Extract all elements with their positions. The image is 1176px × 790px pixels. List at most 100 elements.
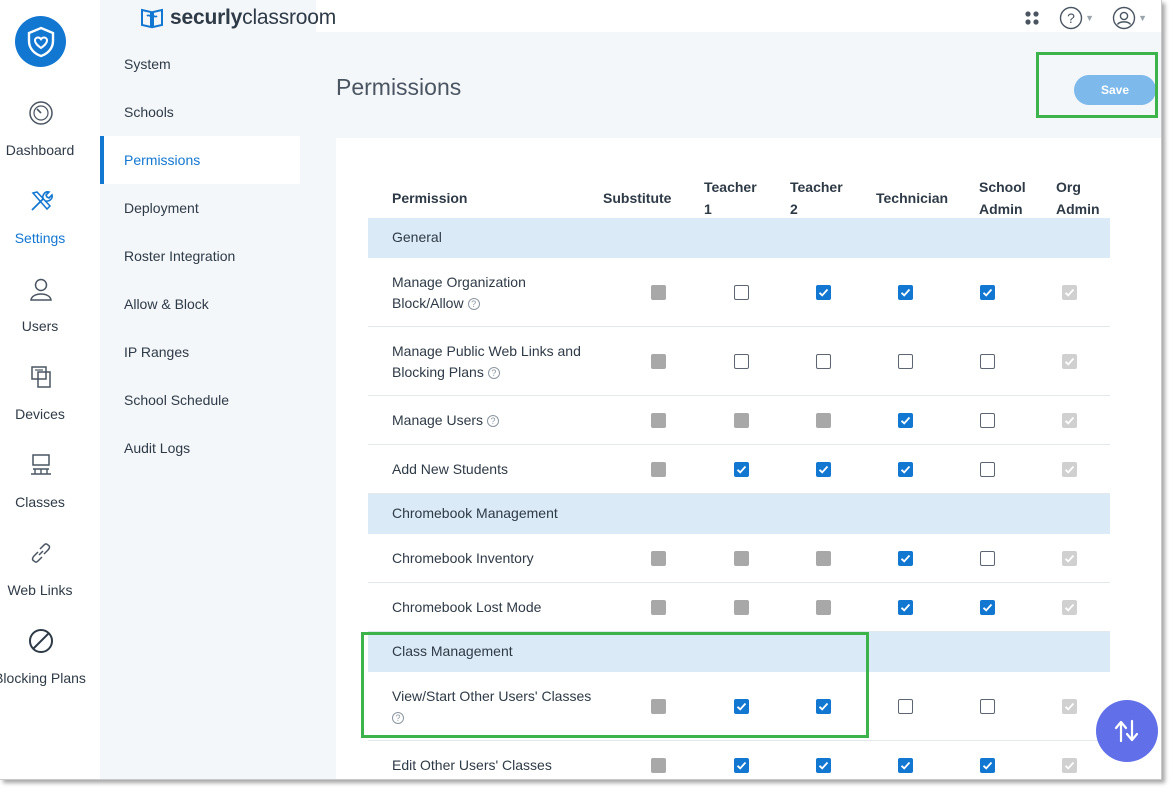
subnav-item-school-schedule[interactable]: School Schedule <box>100 376 300 424</box>
help-circle-icon[interactable]: ? <box>487 415 500 428</box>
checkbox-technician[interactable] <box>898 285 913 300</box>
checkbox-school-admin[interactable] <box>980 462 995 477</box>
help-circle-icon[interactable]: ? <box>392 712 404 725</box>
subnav-item-allow-block[interactable]: Allow & Block <box>100 280 300 328</box>
brand-name-bold: securly <box>170 6 243 29</box>
checkbox-teacher-1 <box>734 551 749 566</box>
checkbox-teacher-1[interactable] <box>734 354 749 369</box>
checkbox-teacher-1[interactable] <box>734 462 749 477</box>
permission-label: Edit Other Users' Classes <box>392 757 552 773</box>
checkbox-school-admin[interactable] <box>980 354 995 369</box>
checkbox-technician[interactable] <box>898 600 913 615</box>
checkbox-school-admin[interactable] <box>980 285 995 300</box>
header-teacher2: Teacher 2 <box>790 179 843 217</box>
checkbox-school-admin[interactable] <box>980 758 995 773</box>
sync-fab-button[interactable] <box>1096 700 1158 762</box>
checkbox-substitute <box>651 462 666 477</box>
checkbox-technician[interactable] <box>898 699 913 714</box>
checkbox-technician[interactable] <box>898 354 913 369</box>
rail-item-label: Classes <box>15 494 65 510</box>
apps-grid-icon <box>1025 11 1039 25</box>
subnav-item-ip-ranges[interactable]: IP Ranges <box>100 328 300 376</box>
checkbox-org-admin <box>1062 285 1077 300</box>
save-button[interactable]: Save <box>1074 75 1156 105</box>
rail-item-blocking-plans[interactable]: Blocking Plans <box>0 628 100 708</box>
table-header: Permission Substitute Teacher 1 Teacher 2 … <box>368 178 1110 218</box>
permission-label: Chromebook Inventory <box>392 550 534 566</box>
checkbox-substitute <box>651 699 666 714</box>
checkbox-teacher-2[interactable] <box>816 699 831 714</box>
rail-item-classes[interactable]: Classes <box>0 452 100 532</box>
checkbox-org-admin <box>1062 699 1077 714</box>
checkbox-school-admin[interactable] <box>980 699 995 714</box>
permission-row: Manage Users? <box>368 396 1110 445</box>
help-menu-button[interactable]: ? ▼ <box>1059 6 1094 30</box>
checkbox-teacher-1[interactable] <box>734 699 749 714</box>
checkbox-school-admin[interactable] <box>980 600 995 615</box>
account-icon <box>1112 6 1136 30</box>
checkbox-org-admin <box>1062 354 1077 369</box>
group-label: General <box>392 229 442 245</box>
subnav-item-audit-logs[interactable]: Audit Logs <box>100 424 300 472</box>
checkbox-teacher-2[interactable] <box>816 354 831 369</box>
devices-icon <box>31 366 51 388</box>
rail-item-devices[interactable]: Devices <box>0 364 100 444</box>
rail-item-web-links[interactable]: Web Links <box>0 540 100 620</box>
help-circle-icon[interactable]: ? <box>467 298 480 311</box>
user-icon <box>30 278 52 301</box>
securly-logo[interactable] <box>15 16 66 67</box>
checkbox-substitute <box>651 285 666 300</box>
apps-button[interactable] <box>1023 9 1041 27</box>
subnav-item-roster-integration[interactable]: Roster Integration <box>100 232 300 280</box>
tools-icon <box>31 191 53 211</box>
subnav-item-system[interactable]: System <box>100 40 300 88</box>
permission-row: Manage Public Web Links and Blocking Plan… <box>368 327 1110 396</box>
main-content: Permissions Save Permission Substitute T… <box>316 32 1161 779</box>
account-menu-button[interactable]: ▼ <box>1112 6 1147 30</box>
checkbox-technician[interactable] <box>898 758 913 773</box>
permission-row: Chromebook Inventory <box>368 534 1110 583</box>
speedometer-icon <box>29 101 53 125</box>
checkbox-teacher-2[interactable] <box>816 285 831 300</box>
rail-item-label: Devices <box>15 406 65 422</box>
checkbox-teacher-2 <box>816 413 831 428</box>
app-window: Dashboard Settings Users Devices Classes Web … <box>0 0 1162 780</box>
rail-item-users[interactable]: Users <box>0 276 100 356</box>
checkbox-teacher-2[interactable] <box>816 758 831 773</box>
brand-name-light: classroom <box>242 6 337 29</box>
rail-item-dashboard[interactable]: Dashboard <box>0 100 100 180</box>
subnav-item-permissions[interactable]: Permissions <box>100 136 300 184</box>
svg-text:?: ? <box>1067 10 1075 26</box>
subnav-item-deployment[interactable]: Deployment <box>100 184 300 232</box>
checkbox-technician[interactable] <box>898 462 913 477</box>
checkbox-teacher-1 <box>734 600 749 615</box>
help-circle-icon[interactable]: ? <box>487 367 500 380</box>
permission-row: View/Start Other Users' Classes? <box>368 672 1110 741</box>
rail-item-settings[interactable]: Settings <box>0 188 100 268</box>
header-school-admin: School Admin <box>979 179 1026 217</box>
checkbox-technician[interactable] <box>898 413 913 428</box>
checkbox-substitute <box>651 600 666 615</box>
checkbox-teacher-1[interactable] <box>734 758 749 773</box>
header-org-admin: Org Admin <box>1056 179 1100 217</box>
checkbox-org-admin <box>1062 551 1077 566</box>
rail-item-label: Dashboard <box>5 142 75 158</box>
checkbox-teacher-2[interactable] <box>816 462 831 477</box>
checkbox-teacher-1[interactable] <box>734 285 749 300</box>
rail-item-label: Web Links <box>7 582 73 598</box>
checkbox-technician[interactable] <box>898 551 913 566</box>
checkbox-school-admin[interactable] <box>980 413 995 428</box>
group-row: General <box>368 218 1110 258</box>
icon-rail: Dashboard Settings Users Devices Classes Web … <box>0 0 100 779</box>
header-substitute: Substitute <box>603 190 672 206</box>
checkbox-org-admin <box>1062 413 1077 428</box>
permission-row: Edit Other Users' Classes <box>368 741 1110 779</box>
settings-subnav: System Schools Permissions Deployment Roster… <box>100 0 316 779</box>
checkbox-substitute <box>651 354 666 369</box>
header-teacher1: Teacher 1 <box>704 179 757 217</box>
checkbox-school-admin[interactable] <box>980 551 995 566</box>
subnav-item-schools[interactable]: Schools <box>100 88 300 136</box>
chevron-down-icon: ▼ <box>1138 13 1147 23</box>
permission-label: Add New Students <box>392 461 508 477</box>
rail-item-label: Settings <box>14 230 66 246</box>
